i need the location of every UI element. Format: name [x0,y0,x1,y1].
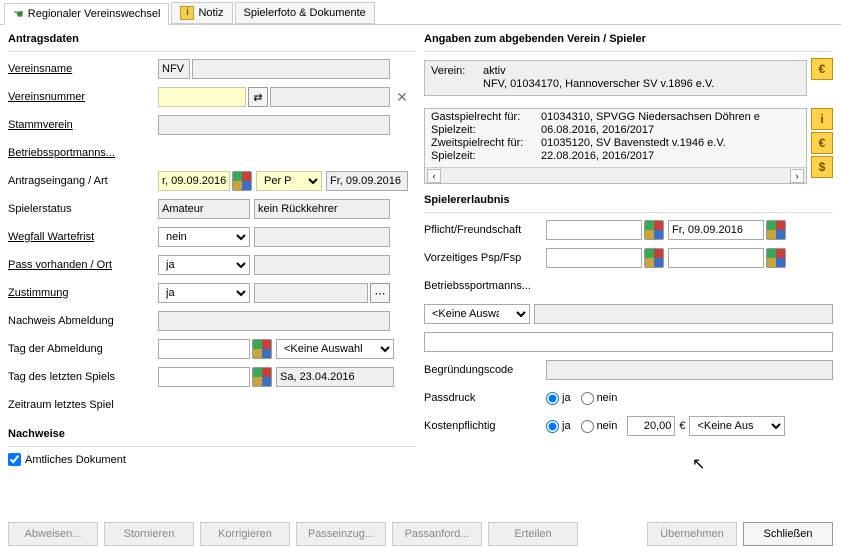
wegfall-label: Wegfall Wartefrist [8,231,158,243]
euro-button[interactable]: € [811,132,833,154]
pass-extra [254,255,390,275]
tag-abm-select[interactable]: <Keine Auswahl> [276,339,394,359]
bottom-button-bar: Abweisen... Stornieren Korrigieren Passe… [8,522,833,546]
tag-spiel-val: Sa, 23.04.2016 [276,367,394,387]
vorz-label: Vorzeitiges Psp/Fsp [424,252,546,264]
passdruck-ja-radio[interactable] [546,392,559,405]
betriebs-label: Betriebssportmanns... [8,147,158,159]
nachweis-value [158,311,390,331]
passanford-button[interactable]: Passanford... [392,522,482,546]
pass-select[interactable]: ja [158,255,250,275]
abweisen-button[interactable]: Abweisen... [8,522,98,546]
spielerstatus-2: kein Rückkehrer [254,199,390,219]
tag-spiel-label: Tag des letzten Spiels [8,371,158,383]
betriebs-select[interactable]: <Keine Auswa... [424,304,530,324]
passdruck-nein-radio[interactable] [581,392,594,405]
pflicht-input-1[interactable] [546,220,642,240]
tab-bar: ☚ Regionaler Vereinswechsel i Notiz Spie… [0,2,841,25]
vereinsname-label: Vereinsname [8,63,158,75]
betriebs-r-label: Betriebssportmanns... [424,280,546,292]
pflicht-input-2[interactable] [668,220,764,240]
vorz-input-1[interactable] [546,248,642,268]
wegfall-extra [254,227,390,247]
eingang-date-1[interactable] [158,171,230,191]
calendar-icon[interactable] [252,339,272,359]
wegfall-select[interactable]: nein [158,227,250,247]
verein-details: Verein:aktiv NFV, 01034170, Hannoversche… [424,60,807,96]
spielrecht-list: Gastspielrecht für:01034310, SPVGG Niede… [424,108,807,184]
vereinsnummer-secondary [270,87,390,107]
stammverein-label: Stammverein [8,119,158,131]
kost-label: Kostenpflichtig [424,420,546,432]
pass-label: Pass vorhanden / Ort [8,259,158,271]
zust-label: Zustimmung [8,287,158,299]
calendar-icon[interactable] [644,248,664,268]
amtlich-checkbox[interactable] [8,453,21,466]
tab-regional[interactable]: ☚ Regionaler Vereinswechsel [4,3,169,25]
eingang-date-2: Fr, 09.09.2016 [326,171,408,191]
section-title-erlaubnis: Spielererlaubnis [424,192,833,208]
begr-label: Begründungscode [424,364,546,376]
betriebs-value [534,304,833,324]
section-title-nachweise: Nachweise [8,426,416,442]
tag-abm-input[interactable] [158,339,250,359]
zust-extra [254,283,368,303]
korrigieren-button[interactable]: Korrigieren [200,522,290,546]
tab-label: Spielerfoto & Dokumente [244,7,366,19]
kost-amount-input[interactable] [627,416,675,436]
tag-abm-label: Tag der Abmeldung [8,343,158,355]
euro-button[interactable]: € [811,58,833,80]
euro-label: € [679,420,685,432]
scroll-left-icon[interactable]: ‹ [427,169,441,183]
tab-label: Regionaler Vereinswechsel [28,8,161,20]
vereinsnummer-input[interactable] [158,87,246,107]
lookup-button[interactable]: ⇄ [248,87,268,107]
zust-select[interactable]: ja [158,283,250,303]
freitext-input[interactable] [424,332,833,352]
section-title-abgebend: Angaben zum abgebenden Verein / Spieler [424,31,833,47]
calendar-icon[interactable] [766,248,786,268]
calendar-icon[interactable] [644,220,664,240]
kost-nein-radio[interactable] [581,420,594,433]
passeinzug-button[interactable]: Passeinzug... [296,522,386,546]
scroll-right-icon[interactable]: › [790,169,804,183]
nachweis-label: Nachweis Abmeldung [8,315,158,327]
stornieren-button[interactable]: Stornieren [104,522,194,546]
calendar-icon[interactable] [766,220,786,240]
vereinsname-value [192,59,390,79]
vereinsnummer-label: Vereinsnummer [8,91,158,103]
hand-icon: ☚ [13,7,24,21]
erteilen-button[interactable]: Erteilen [488,522,578,546]
eingang-art-select[interactable]: Per Post [256,171,322,191]
pflicht-label: Pflicht/Freundschaft [424,224,546,236]
zeitraum-label: Zeitraum letztes Spiel [8,399,158,411]
clear-icon[interactable]: ✕ [392,87,412,107]
tag-spiel-input[interactable] [158,367,250,387]
info-button[interactable]: i [811,108,833,130]
eingang-label: Antragseingang / Art [8,175,158,187]
spielerstatus-label: Spielerstatus [8,203,158,215]
tab-label: Notiz [198,7,223,19]
amtlich-label: Amtliches Dokument [25,454,126,466]
kost-ja-radio[interactable] [546,420,559,433]
begr-value [546,360,833,380]
uebernehmen-button[interactable]: Übernehmen [647,522,737,546]
tab-foto[interactable]: Spielerfoto & Dokumente [235,2,375,24]
tab-notiz[interactable]: i Notiz [171,2,232,24]
passdruck-label: Passdruck [424,392,546,404]
schliessen-button[interactable]: Schließen [743,522,833,546]
stammverein-value [158,115,390,135]
zust-detail-button[interactable]: ⋯ [370,283,390,303]
spielerstatus-1: Amateur [158,199,250,219]
section-title-antragsdaten: Antragsdaten [8,31,416,47]
vorz-input-2[interactable] [668,248,764,268]
kost-select[interactable]: <Keine Aus... [689,416,785,436]
info-icon: i [180,6,194,20]
dollar-button[interactable]: $ [811,156,833,178]
calendar-icon[interactable] [232,171,252,191]
calendar-icon[interactable] [252,367,272,387]
vereinsname-code: NFV [158,59,190,79]
